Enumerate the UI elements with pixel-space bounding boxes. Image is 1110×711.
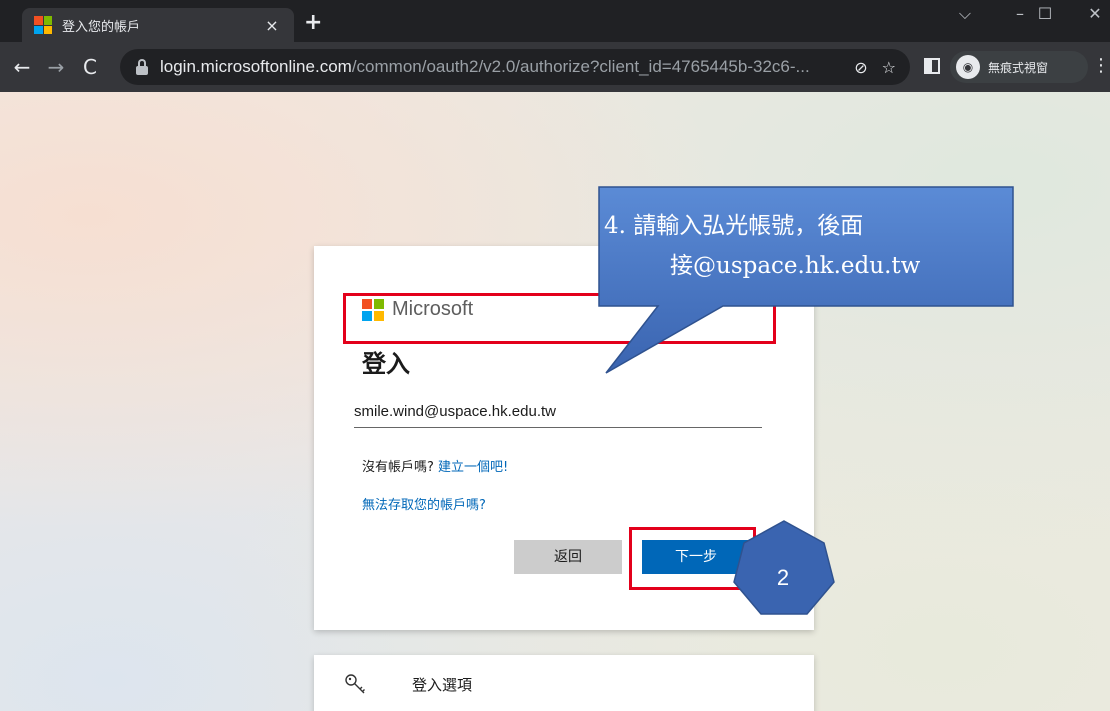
url-text[interactable]: login.microsoftonline.com/common/oauth2/…	[160, 57, 840, 77]
next-button[interactable]: 下一步	[642, 540, 750, 574]
browser-tab[interactable]: 登入您的帳戶 ×	[22, 8, 294, 42]
sign-in-options-card[interactable]: 登入選項	[314, 655, 814, 711]
side-panel-icon[interactable]	[924, 58, 940, 74]
lock-icon[interactable]	[134, 57, 150, 77]
browser-menu-icon[interactable]: ⋮	[1092, 55, 1110, 76]
maximize-icon[interactable]: ☐	[1030, 4, 1060, 24]
create-account-link[interactable]: 建立一個吧!	[438, 460, 508, 475]
cant-access-link[interactable]: 無法存取您的帳戶嗎?	[362, 494, 486, 513]
microsoft-logo-icon	[362, 298, 384, 321]
reload-icon[interactable]: C	[78, 55, 102, 79]
sign-in-options-label: 登入選項	[412, 676, 473, 694]
email-field[interactable]	[354, 396, 762, 428]
tracking-blocked-icon[interactable]: ⊘	[854, 58, 867, 77]
callout-line-2: 接@uspace.hk.edu.tw	[670, 253, 921, 279]
page-title: 登入	[362, 350, 410, 378]
brand-name: Microsoft	[392, 298, 474, 320]
no-account-row: 沒有帳戶嗎? 建立一個吧!	[362, 456, 508, 475]
step-number-badge: 2	[776, 565, 790, 590]
bookmark-star-icon[interactable]: ☆	[882, 58, 896, 77]
key-icon	[345, 674, 365, 694]
back-arrow-icon[interactable]: ←	[10, 55, 34, 79]
close-window-icon[interactable]: ✕	[1080, 4, 1110, 24]
tab-title: 登入您的帳戶	[62, 19, 141, 35]
address-bar[interactable]: login.microsoftonline.com/common/oauth2/…	[120, 49, 910, 85]
forward-arrow-icon[interactable]: →	[44, 55, 68, 79]
callout-text: 4. 請輸入弘光帳號，後面 接@uspace.hk.edu.tw	[604, 206, 1014, 286]
incognito-icon: ◉	[956, 55, 980, 79]
no-account-text: 沒有帳戶嗎?	[362, 460, 439, 475]
incognito-indicator[interactable]: ◉ 無痕式視窗	[950, 51, 1088, 83]
incognito-label: 無痕式視窗	[988, 60, 1049, 75]
tab-search-icon[interactable]: ⌵	[950, 4, 980, 24]
browser-tab-strip: 登入您的帳戶 × + ⌵ – ☐ ✕	[0, 0, 1110, 42]
microsoft-brand: Microsoft	[362, 298, 473, 321]
login-card: Microsoft 登入 沒有帳戶嗎? 建立一個吧! 無法存取您的帳戶嗎? 返回…	[314, 246, 814, 630]
browser-toolbar: ← → C login.microsoftonline.com/common/o…	[0, 42, 1110, 92]
microsoft-favicon-icon	[34, 16, 52, 34]
page-background: Microsoft 登入 沒有帳戶嗎? 建立一個吧! 無法存取您的帳戶嗎? 返回…	[0, 92, 1110, 711]
new-tab-button[interactable]: +	[304, 12, 322, 34]
back-button[interactable]: 返回	[514, 540, 622, 574]
tab-close-icon[interactable]: ×	[262, 16, 282, 35]
callout-line-1: 4. 請輸入弘光帳號，後面	[604, 213, 864, 239]
